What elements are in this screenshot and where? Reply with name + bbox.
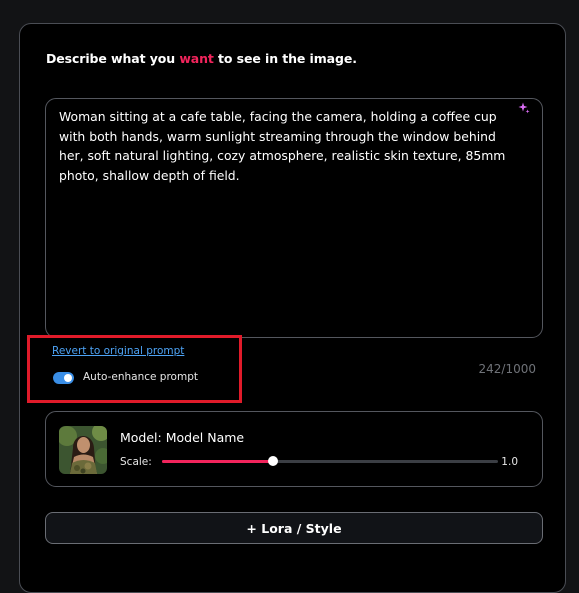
model-thumbnail[interactable] [59,426,107,474]
prompt-heading: Describe what you want to see in the ima… [46,51,357,66]
scale-label: Scale: [120,456,152,468]
auto-enhance-toggle[interactable] [53,372,74,384]
model-card[interactable]: Model: Model Name Scale: 1.0 [45,411,543,487]
prompt-panel: Describe what you want to see in the ima… [19,23,566,593]
model-thumbnail-image [59,426,107,474]
add-lora-style-button[interactable]: + Lora / Style [45,512,543,544]
model-name: Model: Model Name [120,430,245,445]
auto-enhance-label: Auto-enhance prompt [83,371,198,383]
scale-slider[interactable] [162,454,498,468]
heading-text-start: Describe what you [46,51,180,66]
toggle-knob [64,374,72,382]
revert-prompt-link[interactable]: Revert to original prompt [52,345,184,357]
heading-accent-word: want [179,51,214,66]
slider-thumb[interactable] [267,456,278,466]
prompt-textarea[interactable]: Woman sitting at a cafe table, facing th… [45,98,543,338]
prompt-text[interactable]: Woman sitting at a cafe table, facing th… [59,107,514,185]
slider-fill [162,460,273,463]
sparkle-icon[interactable] [518,102,530,114]
heading-text-end: to see in the image. [213,51,357,66]
character-counter: 242/1000 [478,362,537,376]
scale-value: 1.0 [501,456,518,468]
